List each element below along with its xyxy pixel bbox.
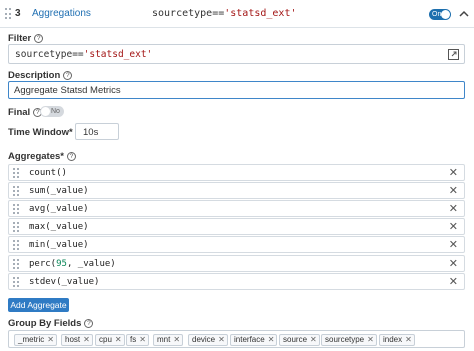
remove-tag-icon[interactable]: ✕ [139, 335, 146, 344]
aggregate-row[interactable]: min(_value) ✕ [8, 236, 465, 253]
group-by-tag: sourcetype ✕ [321, 334, 377, 346]
remove-tag-icon[interactable]: ✕ [115, 335, 122, 344]
aggregate-row[interactable]: perc(95, _value) ✕ [8, 255, 465, 272]
group-by-tag: cpu ✕ [95, 334, 125, 346]
remove-tag-icon[interactable]: ✕ [173, 335, 180, 344]
remove-icon[interactable]: ✕ [449, 202, 458, 215]
time-window-label: Time Window*? [8, 127, 85, 138]
description-value: Aggregate Statsd Metrics [14, 85, 121, 96]
filter-value: sourcetype=='statsd_ext' [15, 49, 153, 60]
remove-icon[interactable]: ✕ [449, 166, 458, 179]
function-enabled-toggle[interactable]: On [429, 9, 451, 20]
remove-tag-icon[interactable]: ✕ [405, 335, 412, 344]
filter-input[interactable]: sourcetype=='statsd_ext' [8, 44, 465, 64]
time-window-input[interactable]: 10s [75, 123, 119, 140]
group-by-label: Group By Fields? [8, 318, 94, 329]
remove-icon[interactable]: ✕ [449, 257, 458, 270]
drag-handle-icon[interactable] [13, 186, 19, 196]
function-filter-summary: sourcetype=='statsd_ext' [152, 8, 297, 19]
help-icon[interactable]: ? [34, 34, 44, 43]
group-by-tag: mnt ✕ [153, 334, 184, 346]
remove-icon[interactable]: ✕ [449, 184, 458, 197]
aggregate-expression[interactable]: sum(_value) [29, 186, 89, 196]
remove-icon[interactable]: ✕ [449, 238, 458, 251]
group-by-tag: source ✕ [279, 334, 320, 346]
group-by-tag: fs ✕ [126, 334, 149, 346]
help-icon[interactable]: ? [84, 319, 94, 328]
group-by-tag: device ✕ [188, 334, 228, 346]
remove-tag-icon[interactable]: ✕ [218, 335, 225, 344]
aggregate-row[interactable]: max(_value) ✕ [8, 218, 465, 235]
drag-handle-icon[interactable] [13, 277, 19, 287]
aggregate-expression[interactable]: stdev(_value) [29, 277, 99, 287]
aggregate-expression[interactable]: max(_value) [29, 222, 89, 232]
expand-editor-icon[interactable] [447, 48, 460, 61]
description-label: Description? [8, 70, 73, 81]
chevron-up-icon[interactable] [458, 9, 470, 19]
drag-handle-icon[interactable] [13, 240, 19, 250]
final-toggle[interactable]: No [40, 106, 64, 117]
aggregate-row[interactable]: sum(_value) ✕ [8, 182, 465, 199]
remove-tag-icon[interactable]: ✕ [268, 335, 275, 344]
group-by-tag: host ✕ [61, 334, 93, 346]
help-icon[interactable]: ? [63, 71, 73, 80]
drag-handle-icon[interactable] [13, 222, 19, 232]
aggregate-row[interactable]: avg(_value) ✕ [8, 200, 465, 217]
group-by-tag: index ✕ [379, 334, 415, 346]
final-label: Final? [8, 107, 43, 118]
remove-tag-icon[interactable]: ✕ [367, 335, 374, 344]
aggregate-row[interactable]: count() ✕ [8, 164, 465, 181]
aggregate-expression[interactable]: perc(95, _value) [29, 259, 116, 269]
filter-label: Filter? [8, 33, 44, 44]
function-index: 3 [15, 8, 21, 19]
description-input[interactable]: Aggregate Statsd Metrics [8, 81, 465, 99]
aggregate-row[interactable]: stdev(_value) ✕ [8, 273, 465, 290]
function-name[interactable]: Aggregations [32, 8, 91, 19]
remove-tag-icon[interactable]: ✕ [310, 335, 317, 344]
group-by-tag: interface ✕ [230, 334, 278, 346]
function-header[interactable]: 3 Aggregations sourcetype=='statsd_ext' … [0, 0, 474, 28]
aggregate-expression[interactable]: avg(_value) [29, 204, 89, 214]
remove-icon[interactable]: ✕ [449, 220, 458, 233]
drag-handle-icon[interactable] [5, 8, 11, 20]
remove-tag-icon[interactable]: ✕ [83, 335, 90, 344]
aggregate-expression[interactable]: min(_value) [29, 240, 89, 250]
help-icon[interactable]: ? [66, 152, 76, 161]
aggregate-expression[interactable]: count() [29, 168, 67, 178]
add-aggregate-button[interactable]: Add Aggregate [8, 298, 69, 312]
drag-handle-icon[interactable] [13, 259, 19, 269]
drag-handle-icon[interactable] [13, 168, 19, 178]
aggregates-label: Aggregates*? [8, 151, 76, 162]
remove-icon[interactable]: ✕ [449, 275, 458, 288]
group-by-tag: _metric ✕ [14, 334, 57, 346]
group-by-input[interactable]: _metric ✕ host ✕ cpu ✕ fs ✕ mnt ✕ device ✕ int… [8, 330, 465, 348]
remove-tag-icon[interactable]: ✕ [47, 335, 54, 344]
drag-handle-icon[interactable] [13, 204, 19, 214]
